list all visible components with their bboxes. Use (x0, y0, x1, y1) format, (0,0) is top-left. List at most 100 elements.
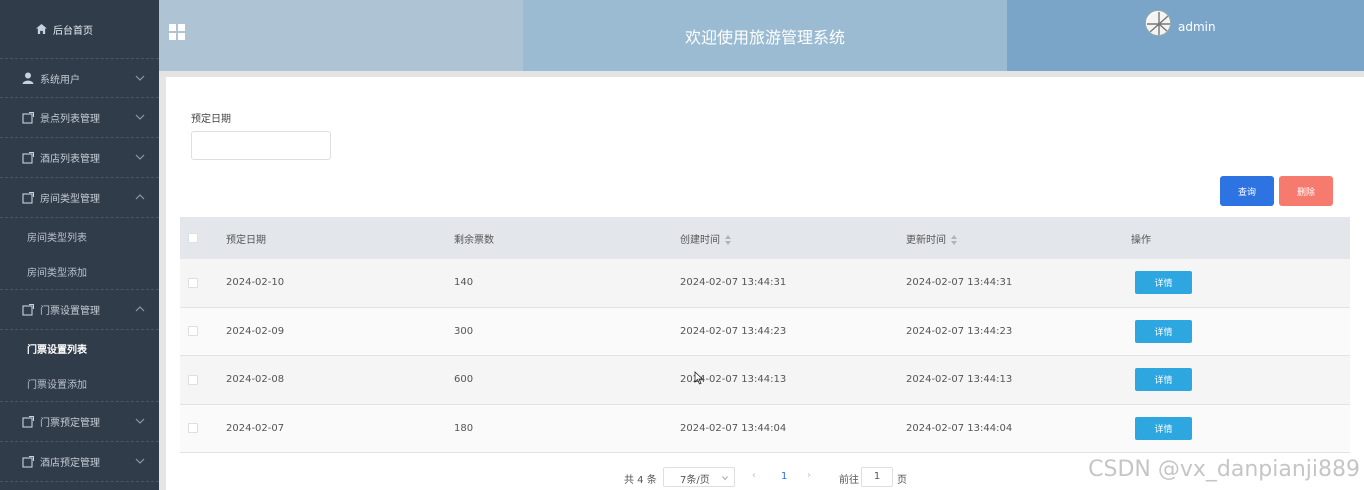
page-number-current[interactable]: 1 (781, 471, 787, 482)
sidebar-item-hotel-booking[interactable]: 酒店预定管理 (0, 442, 159, 482)
cell-created: 2024-02-07 13:44:23 (680, 325, 787, 337)
detail-button[interactable]: 详情 (1135, 416, 1192, 440)
table-row: 2024-02-10 140 2024-02-07 13:44:31 2024-… (180, 259, 1350, 308)
sidebar-item-label: 门票预定管理 (40, 418, 100, 429)
document-icon (22, 303, 34, 316)
cell-remaining: 180 (454, 422, 474, 434)
table-row: 2024-02-09 300 2024-02-07 13:44:23 2024-… (180, 307, 1350, 356)
cell-date: 2024-02-09 (226, 325, 285, 337)
document-icon (22, 151, 34, 164)
query-button[interactable]: 查询 (1220, 176, 1274, 206)
delete-button[interactable]: 删除 (1279, 176, 1333, 206)
delete-button-label: 删除 (1296, 187, 1315, 198)
sidebar-item-ticket-booking[interactable]: 门票预定管理 (0, 402, 159, 442)
sort-icon[interactable] (951, 234, 957, 245)
chevron-up-icon (135, 194, 145, 200)
sidebar-item-label: 酒店列表管理 (40, 154, 100, 165)
chevron-down-icon (135, 458, 145, 464)
column-header-created[interactable]: 创建时间 (680, 231, 731, 246)
cell-remaining: 300 (454, 325, 474, 337)
table-row: 2024-02-08 600 2024-02-07 13:44:13 2024-… (180, 356, 1350, 405)
next-page-icon[interactable]: › (807, 470, 811, 481)
sidebar-item-room-types[interactable]: 房间类型管理 (0, 178, 159, 218)
detail-button[interactable]: 详情 (1135, 368, 1192, 392)
cell-updated: 2024-02-07 13:44:13 (906, 374, 1013, 386)
row-checkbox[interactable] (188, 277, 198, 288)
mouse-cursor-icon (694, 371, 704, 385)
page-size-value: 7条/页 (680, 475, 710, 486)
sidebar-item-system-users[interactable]: 系统用户 (0, 58, 159, 98)
document-icon (22, 415, 34, 428)
header-user-panel: admin (1007, 0, 1364, 71)
table-row: 2024-02-07 180 2024-02-07 13:44:04 2024-… (180, 404, 1350, 453)
sidebar-subitem-room-type-add[interactable]: 房间类型添加 (0, 254, 159, 290)
sidebar-item-label: 系统用户 (40, 74, 80, 86)
sort-icon[interactable] (725, 234, 731, 245)
column-header-updated[interactable]: 更新时间 (906, 231, 957, 246)
sidebar-item-label: 门票设置管理 (40, 306, 100, 317)
sidebar-subitem-ticket-add[interactable]: 门票设置添加 (0, 366, 159, 402)
ticket-table: 预定日期 剩余票数 创建时间 更新时间 操作 2024-02-10 140 20… (180, 217, 1350, 453)
goto-page-value: 1 (873, 471, 881, 482)
document-icon (22, 455, 34, 468)
cell-updated: 2024-02-07 13:44:04 (906, 422, 1013, 434)
sidebar-subitem-room-type-list[interactable]: 房间类型列表 (0, 218, 159, 254)
chevron-down-icon (135, 154, 145, 160)
user-icon (22, 72, 34, 84)
detail-button[interactable]: 详情 (1135, 319, 1192, 343)
sidebar: 后台首页 系统用户 景点列表管理 酒店列表管理 房间类型管理 房间类型列表 房间… (0, 0, 159, 490)
chevron-down-icon (135, 114, 145, 120)
cell-date: 2024-02-08 (226, 374, 285, 386)
pagination-total: 共 4 条 (624, 475, 657, 486)
cell-remaining: 140 (454, 277, 474, 289)
home-icon (36, 24, 47, 34)
cell-updated: 2024-02-07 13:44:23 (906, 325, 1013, 337)
avatar-icon (1147, 12, 1170, 35)
goto-label: 前往 (839, 475, 859, 486)
sidebar-home-label: 后台首页 (53, 25, 93, 37)
sidebar-subitem-label: 门票设置添加 (27, 380, 87, 391)
select-all-checkbox[interactable] (188, 233, 198, 243)
cell-date: 2024-02-10 (226, 277, 285, 289)
username-label[interactable]: admin (1178, 20, 1216, 34)
column-header-label: 创建时间 (680, 234, 720, 246)
chevron-down-icon (722, 476, 728, 481)
cell-created: 2024-02-07 13:44:04 (680, 422, 787, 434)
prev-page-icon[interactable]: ‹ (752, 470, 756, 481)
cell-date: 2024-02-07 (226, 422, 285, 434)
page-size-select[interactable]: 7条/页 (663, 467, 735, 487)
sidebar-item-hotels[interactable]: 酒店列表管理 (0, 138, 159, 178)
document-icon (22, 191, 34, 204)
detail-button[interactable]: 详情 (1135, 271, 1192, 295)
sidebar-subitem-label: 房间类型列表 (27, 232, 87, 244)
column-header-label: 更新时间 (906, 234, 946, 246)
goto-page-input[interactable]: 1 (861, 467, 893, 487)
sidebar-item-label: 房间类型管理 (40, 194, 100, 205)
header-title-panel: 欢迎使用旅游管理系统 (523, 0, 1007, 71)
avatar[interactable] (1145, 10, 1171, 36)
main-content: 预定日期 查询 删除 预定日期 剩余票数 创建时间 更新时间 操作 2024-0… (166, 77, 1364, 490)
table-header: 预定日期 剩余票数 创建时间 更新时间 操作 (180, 217, 1350, 259)
search-date-label: 预定日期 (191, 114, 231, 125)
sidebar-item-ticket-settings[interactable]: 门票设置管理 (0, 290, 159, 330)
row-checkbox[interactable] (188, 326, 198, 337)
row-checkbox[interactable] (188, 374, 198, 385)
sidebar-item-label: 酒店预定管理 (40, 458, 100, 469)
sidebar-item-home[interactable]: 后台首页 (0, 0, 159, 58)
sidebar-item-attractions[interactable]: 景点列表管理 (0, 98, 159, 138)
search-date-input[interactable] (191, 131, 331, 160)
chevron-down-icon (135, 75, 145, 81)
column-header-action: 操作 (1131, 234, 1151, 246)
watermark: CSDN @vx_danpianji889 (1088, 457, 1360, 482)
chevron-down-icon (135, 418, 145, 424)
grid-menu-icon[interactable] (169, 24, 185, 40)
page-suffix-label: 页 (897, 475, 907, 486)
cell-updated: 2024-02-07 13:44:31 (906, 277, 1013, 289)
column-header-date: 预定日期 (226, 234, 266, 246)
sidebar-subitem-label: 房间类型添加 (27, 268, 87, 279)
sidebar-subitem-ticket-list[interactable]: 门票设置列表 (0, 330, 159, 366)
column-header-remaining: 剩余票数 (454, 234, 494, 246)
row-checkbox[interactable] (188, 423, 198, 434)
top-header: 欢迎使用旅游管理系统 admin (159, 0, 1364, 71)
page-title: 欢迎使用旅游管理系统 (684, 27, 845, 47)
